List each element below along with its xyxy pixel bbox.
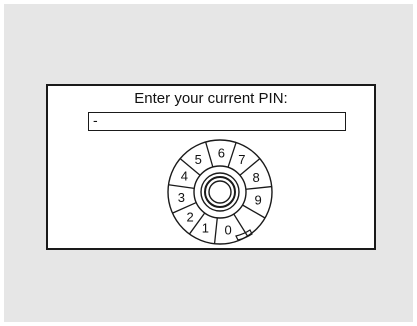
- dial-divider: [245, 185, 272, 190]
- dial-divider: [168, 184, 195, 190]
- dial-divider: [227, 142, 237, 168]
- pin-dialog: Enter your current PIN: - 0123456789: [46, 84, 376, 250]
- screen-background: Enter your current PIN: - 0123456789: [4, 4, 413, 322]
- dial-digit-7[interactable]: 7: [238, 152, 245, 167]
- dial-digit-1[interactable]: 1: [202, 221, 209, 236]
- dial-digit-8[interactable]: 8: [253, 170, 260, 185]
- dial-divider: [213, 217, 218, 244]
- dial-digit-2[interactable]: 2: [187, 210, 194, 225]
- dial-digit-9[interactable]: 9: [255, 193, 262, 208]
- dial-divider: [205, 141, 214, 168]
- dial-digit-0[interactable]: 0: [224, 223, 231, 238]
- rotary-dial-icon[interactable]: 0123 45 6 78 9: [48, 86, 378, 252]
- dial-digit-6[interactable]: 6: [218, 146, 225, 161]
- dial-digit-5[interactable]: 5: [195, 152, 202, 167]
- dial-digit-3[interactable]: 3: [178, 190, 185, 205]
- dial-digit-4[interactable]: 4: [181, 169, 188, 184]
